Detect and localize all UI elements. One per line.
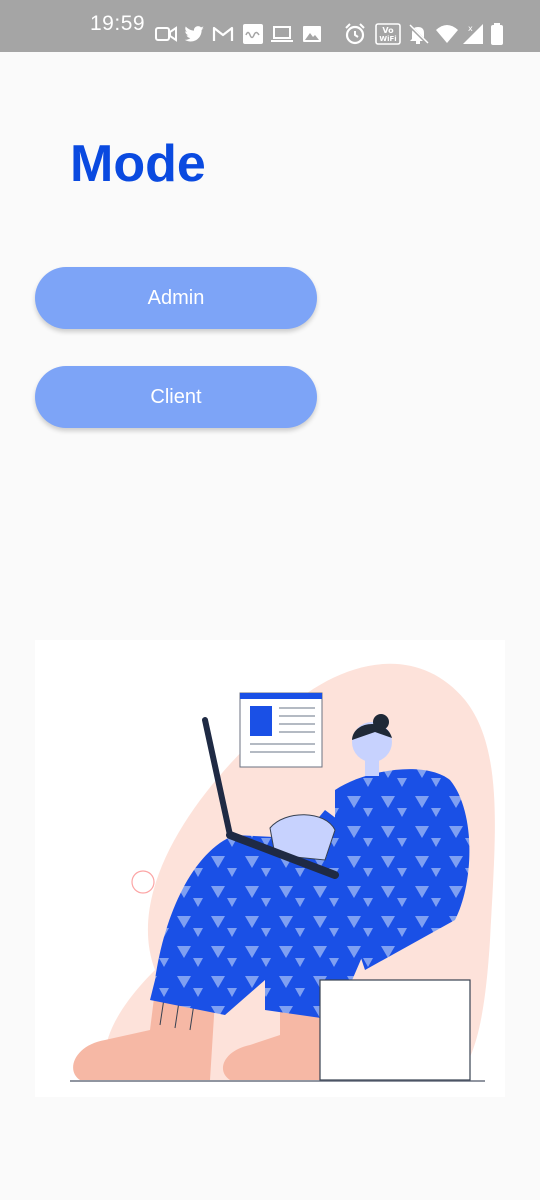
svg-text:Vo: Vo <box>382 26 394 35</box>
gmail-icon <box>212 26 234 41</box>
battery-icon <box>491 23 503 45</box>
twitter-icon <box>184 26 204 42</box>
page-title: Mode <box>70 135 206 193</box>
cellular-signal-icon: x <box>463 24 483 44</box>
vowifi-icon: Vo WiFi <box>375 23 401 45</box>
status-time: 19:59 <box>90 12 146 35</box>
client-button[interactable]: Client <box>35 366 317 428</box>
mute-notifications-icon <box>407 23 429 45</box>
alarm-icon <box>345 23 365 45</box>
svg-text:WiFi: WiFi <box>379 35 396 43</box>
status-bar: 19:59 Vo WiFi x <box>0 0 540 52</box>
svg-text:x: x <box>468 24 473 33</box>
laptop-icon <box>271 26 293 42</box>
person-with-laptop-illustration <box>35 640 505 1097</box>
video-call-icon <box>155 26 177 42</box>
wifi-icon <box>436 25 458 43</box>
image-icon <box>303 26 321 42</box>
ultima-app-icon <box>243 24 263 44</box>
admin-button[interactable]: Admin <box>35 267 317 329</box>
